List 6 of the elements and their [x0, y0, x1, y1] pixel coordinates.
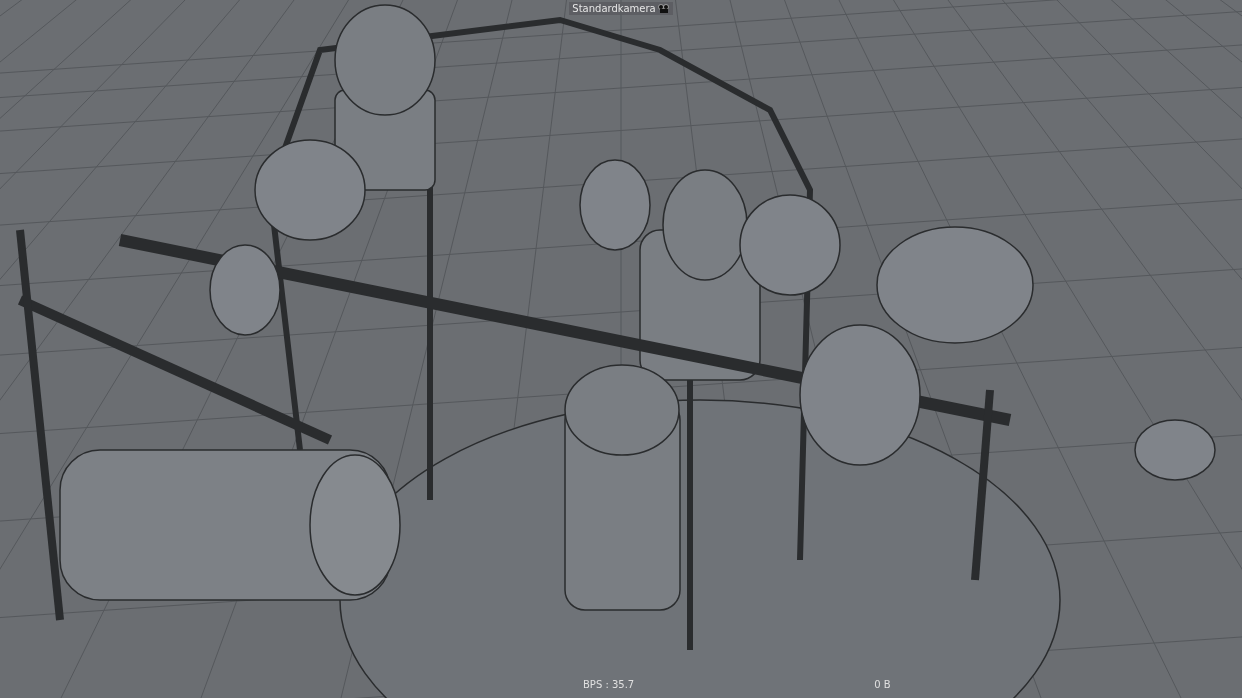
camera-label[interactable]: Standardkamera	[569, 2, 673, 15]
camera-name: Standardkamera	[572, 3, 656, 14]
fps-readout: BPS : 35.7	[583, 678, 635, 690]
camera-icon	[657, 4, 670, 13]
3d-viewport[interactable]: Standardkamera BPS : 35.7 0 B	[0, 0, 1242, 698]
memory-readout: 0 B	[874, 678, 891, 690]
